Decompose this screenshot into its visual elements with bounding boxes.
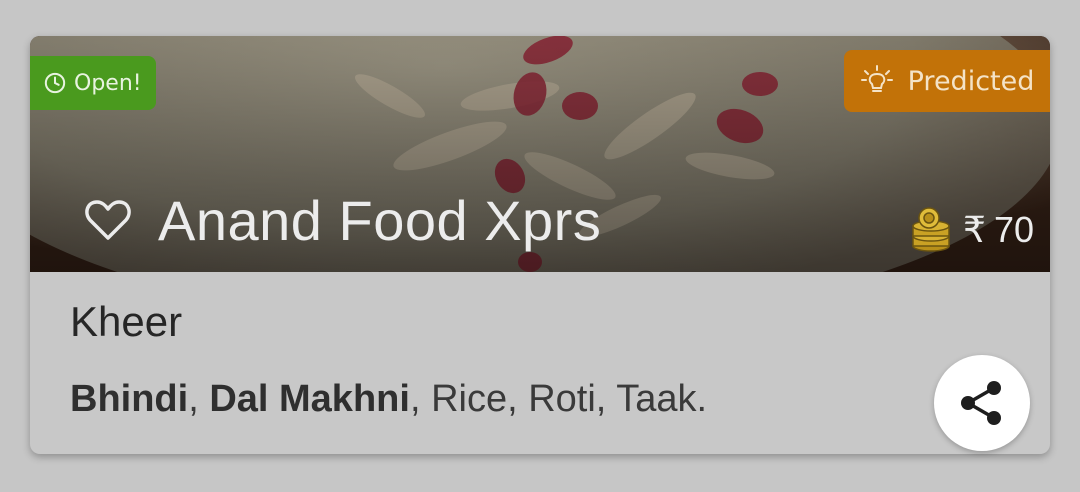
predicted-label: Predicted <box>907 65 1035 97</box>
price: ₹ 70 <box>907 206 1034 254</box>
food-image: Open! Predicted Anand Food Xprs ₹ 70 <box>30 36 1050 272</box>
menu-item: Taak. <box>616 378 708 420</box>
menu-item: Dal Makhni <box>209 378 410 420</box>
lightbulb-icon <box>860 65 893 92</box>
dish-name: Kheer <box>70 298 183 345</box>
restaurant-card[interactable]: Open! Predicted Anand Food Xprs ₹ 70 Khe… <box>30 36 1050 454</box>
separator: , <box>595 378 617 420</box>
clock-icon <box>44 72 66 94</box>
restaurant-name: Anand Food Xprs <box>158 189 602 252</box>
open-status-label: Open! <box>74 70 142 96</box>
menu-item: Rice <box>431 378 508 420</box>
menu-item: Bhindi <box>70 378 189 420</box>
coins-icon <box>912 207 950 252</box>
predicted-badge: Predicted <box>844 50 1050 112</box>
currency-symbol: ₹ <box>963 209 986 250</box>
separator: , <box>409 378 432 420</box>
price-value: 70 <box>993 209 1034 250</box>
share-button[interactable] <box>934 355 1030 451</box>
separator: , <box>188 378 210 420</box>
heart-outline-icon[interactable] <box>84 198 132 242</box>
share-icon <box>961 381 1001 425</box>
menu-list: Bhindi, Dal Makhni, Rice, Roti, Taak. <box>70 378 707 421</box>
separator: , <box>507 378 529 420</box>
menu-item: Roti <box>528 378 596 420</box>
open-status-badge: Open! <box>30 56 156 110</box>
